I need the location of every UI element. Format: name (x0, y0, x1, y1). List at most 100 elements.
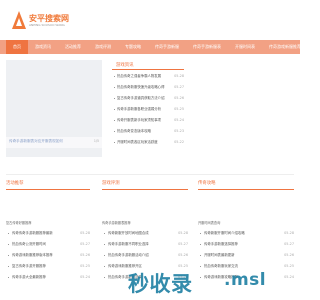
list-item-date: 05-24 (80, 275, 90, 279)
bullet-icon (104, 277, 105, 278)
news-item[interactable]: 复古传奇手游道具获取方法介绍 05-26 (112, 93, 184, 104)
news-item-date: 05-25 (174, 107, 184, 111)
topics-lead[interactable]: 开服时间表查询 (198, 220, 294, 225)
news-item-date: 05-27 (174, 85, 184, 89)
bullet-icon (8, 244, 9, 245)
list-item-title[interactable]: 传奇手游新服选择推荐 (204, 239, 238, 250)
bullet-icon (8, 266, 9, 267)
site-subtitle: ANPING SOUSUO WANG (29, 22, 65, 27)
topics-list-item[interactable]: 开服时间表最新更新 05-26 (198, 250, 294, 261)
list-item-date: 05-25 (80, 264, 90, 268)
list-item-date: 05-27 (284, 242, 294, 246)
list-item-title[interactable]: 传奇新服开放时间地图合成 (108, 228, 149, 239)
bullet-icon (200, 255, 201, 256)
nav-item-7[interactable]: 开服时间表 (228, 40, 262, 54)
divider (6, 174, 294, 175)
list-item-date: 05-28 (178, 231, 188, 235)
news-item-title[interactable]: 热血传奇之强者争霸人物发展 (117, 71, 161, 82)
activity-list-item[interactable]: 传奇传奇手游新服推荐最新 05-28 (6, 228, 90, 239)
activity-list-item[interactable]: 传奇手游大全最新推荐 05-24 (6, 272, 90, 283)
news-item-date: 05-28 (174, 74, 184, 78)
list-item-title[interactable]: 传奇手游新服不同职业选择 (108, 239, 149, 250)
nav-item-6[interactable]: 传奇手游新服表 (186, 40, 228, 54)
bullet-icon (200, 244, 201, 245)
news-item-title[interactable]: 开服时间表各区玩家活跃度 (117, 137, 158, 148)
list-item-title[interactable]: 传奇手游大全最新推荐 (12, 272, 46, 283)
review-list-item[interactable]: 传奇手游新服不同职业选择 05-27 (102, 239, 188, 250)
list-item-title[interactable]: 传奇游戏新服推荐版本推荐 (12, 250, 53, 261)
review-list-item[interactable]: 传奇新服开放时间地图合成 05-28 (102, 228, 188, 239)
bullet-icon (104, 244, 105, 245)
site-title: 安平搜索网 (29, 13, 69, 23)
news-item[interactable]: 热血传奇变态版本攻略 05-23 (112, 126, 184, 137)
news-item[interactable]: 传奇手游新服各职业强弱分析 05-25 (112, 104, 184, 115)
list-item-date: 05-26 (284, 253, 294, 257)
bullet-icon (104, 266, 105, 267)
activity-list: 传奇传奇手游新服推荐最新 05-28 热血传奇公测开服时间 05-27 传奇游戏新服推荐… (6, 228, 90, 283)
list-item-date: 05-27 (178, 242, 188, 246)
main-nav: 首页 游戏资讯 活动推荐 游戏评测 专题攻略 传奇手游新服 传奇手游新服表 开服时间表 传奇游戏… (0, 40, 301, 54)
hero-counter: 1/5 (93, 139, 99, 143)
nav-item-0[interactable]: 首页 (6, 40, 28, 54)
nav-item-1[interactable]: 游戏资讯 (28, 40, 58, 54)
list-item-title[interactable]: 复古传奇手游开服推荐 (12, 261, 46, 272)
bullet-icon (114, 120, 115, 121)
news-item[interactable]: 传奇开服表新手玩家须知事项 05-24 (112, 115, 184, 126)
activity-list-item[interactable]: 传奇游戏新服推荐版本推荐 05-26 (6, 250, 90, 261)
watermark: 秒收录 .msl (122, 266, 300, 300)
bullet-icon (114, 109, 115, 110)
activity-lead[interactable]: 复古传奇好服推荐 (6, 220, 90, 225)
news-item-title[interactable]: 热血传奇新服快速升级攻略心得 (117, 82, 164, 93)
list-item-title[interactable]: 传奇新服开服时间介绍攻略 (204, 228, 245, 239)
review-title: 游戏评测 (102, 181, 120, 186)
nav-item-2[interactable]: 活动推荐 (58, 40, 88, 54)
news-item-date: 05-26 (174, 96, 184, 100)
bullet-icon (114, 76, 115, 77)
list-item-title[interactable]: 热血传奇公测开服时间 (12, 239, 46, 250)
list-item-title[interactable]: 传奇传奇手游新服推荐最新 (12, 228, 53, 239)
list-item-date: 05-26 (178, 253, 188, 257)
hero-slider[interactable]: 传奇手游新服表对应开服表现如何 1/5 (6, 60, 102, 157)
bullet-icon (114, 142, 115, 143)
bullet-icon (200, 233, 201, 234)
news-list: 热血传奇之强者争霸人物发展 05-28 热血传奇新服快速升级攻略心得 05-27 复古传… (112, 71, 184, 148)
bullet-icon (114, 131, 115, 132)
watermark-text: 秒收录 (128, 272, 193, 296)
nav-item-4[interactable]: 专题攻略 (118, 40, 148, 54)
news-underline (112, 69, 184, 70)
news-item[interactable]: 开服时间表各区玩家活跃度 05-22 (112, 137, 184, 148)
site-logo[interactable]: 安平搜索网 ANPING SOUSUO WANG (12, 6, 69, 34)
news-item-title[interactable]: 传奇开服表新手玩家须知事项 (117, 115, 161, 126)
nav-item-3[interactable]: 游戏评测 (88, 40, 118, 54)
review-list-item[interactable]: 热血传奇手游新服活动介绍 05-26 (102, 250, 188, 261)
topics-list-item[interactable]: 传奇新服开服时间介绍攻略 05-28 (198, 228, 294, 239)
news-item-title[interactable]: 传奇手游新服各职业强弱分析 (117, 104, 161, 115)
hero-caption[interactable]: 传奇手游新服表对应开服表现如何 (9, 139, 63, 144)
news-item-title[interactable]: 热血传奇变态版本攻略 (117, 126, 151, 137)
list-item-date: 05-27 (80, 242, 90, 246)
header: 安平搜索网 ANPING SOUSUO WANG (0, 0, 300, 40)
bullet-icon (8, 277, 9, 278)
bullet-icon (114, 87, 115, 88)
list-item-date: 05-28 (80, 231, 90, 235)
nav-item-5[interactable]: 传奇手游新服 (148, 40, 186, 54)
list-item-title[interactable]: 热血传奇手游新服活动介绍 (108, 250, 149, 261)
review-lead[interactable]: 传奇手游新服表推荐 (102, 220, 188, 225)
activity-underline (6, 189, 90, 190)
review-underline (102, 189, 188, 190)
activity-list-item[interactable]: 热血传奇公测开服时间 05-27 (6, 239, 90, 250)
watermark-domain: .msl (224, 270, 267, 290)
news-item-date: 05-24 (174, 118, 184, 122)
topics-list-item[interactable]: 传奇手游新服选择推荐 05-27 (198, 239, 294, 250)
bullet-icon (8, 233, 9, 234)
activity-list-item[interactable]: 复古传奇手游开服推荐 05-25 (6, 261, 90, 272)
nav-item-8[interactable]: 传奇游戏新服推荐 (262, 40, 308, 54)
bullet-icon (104, 255, 105, 256)
news-item-title[interactable]: 复古传奇手游道具获取方法介绍 (117, 93, 164, 104)
news-item[interactable]: 热血传奇新服快速升级攻略心得 05-27 (112, 82, 184, 93)
news-item[interactable]: 热血传奇之强者争霸人物发展 05-28 (112, 71, 184, 82)
list-item-title[interactable]: 开服时间表最新更新 (204, 250, 235, 261)
list-item-date: 05-28 (284, 231, 294, 235)
logo-icon (12, 11, 26, 29)
news-title: 游戏资讯 (116, 63, 134, 68)
